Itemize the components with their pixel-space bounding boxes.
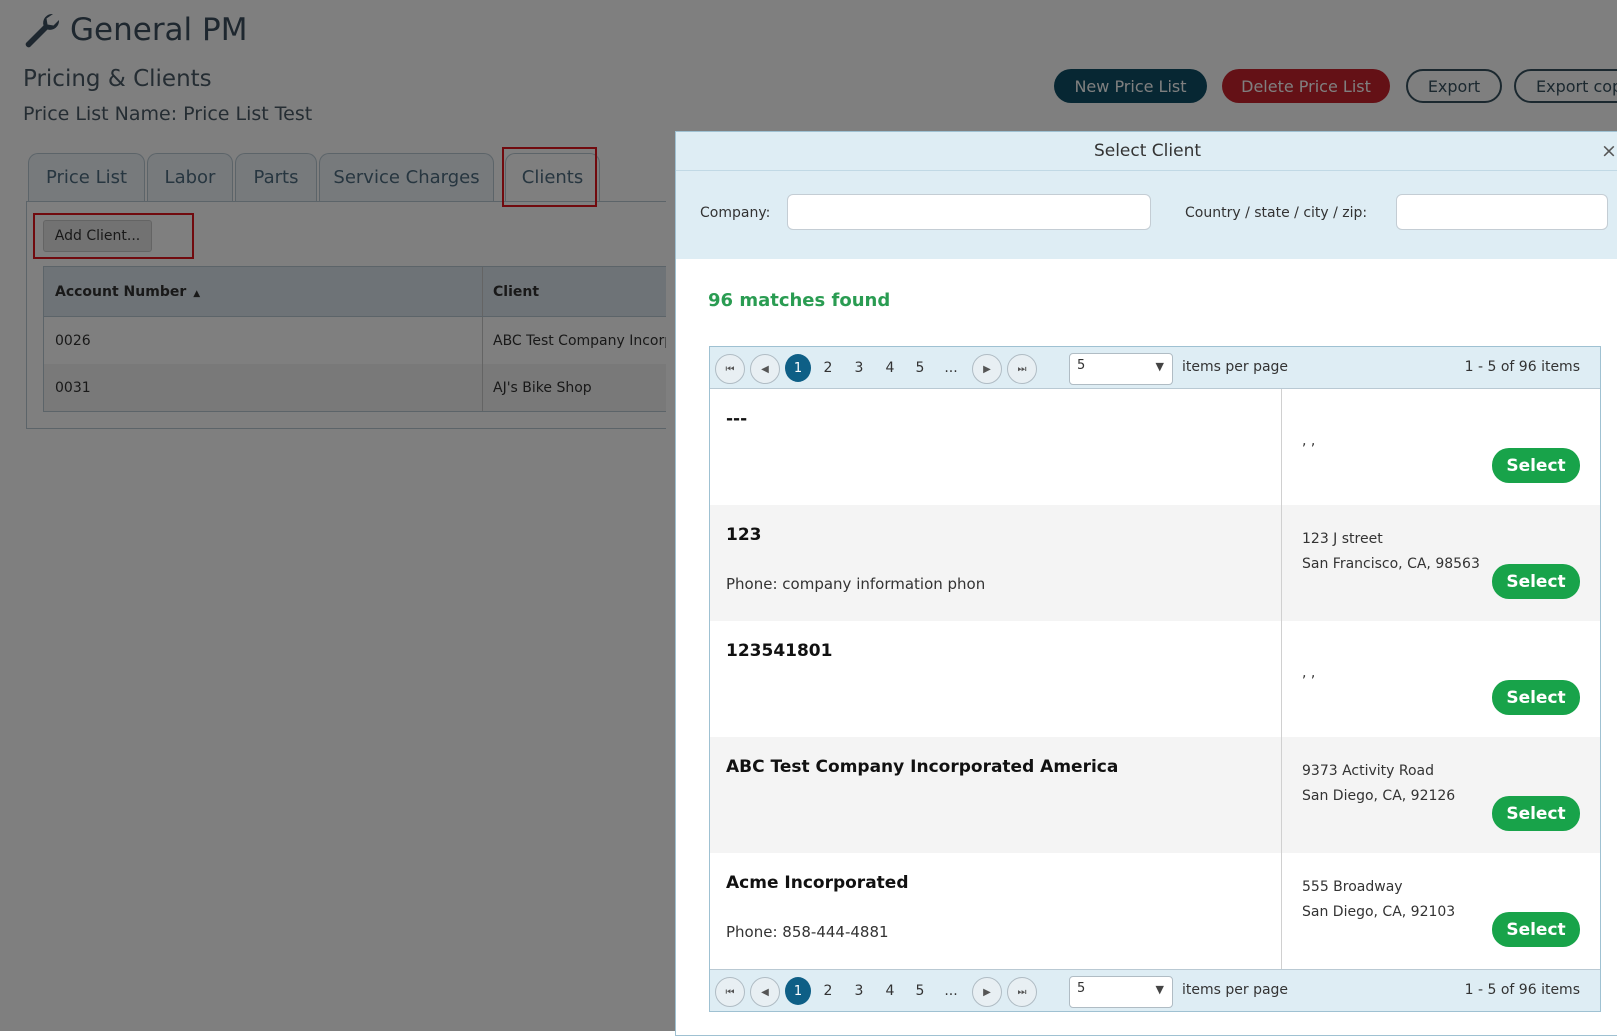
client-info-cell: Acme Incorporated Phone: 858-444-4881 [710, 853, 1282, 969]
chevron-down-icon: ▼ [1155, 360, 1164, 373]
client-name: 123 [726, 525, 762, 545]
select-button[interactable]: Select [1492, 912, 1580, 947]
page-size-value: 5 [1077, 358, 1086, 373]
items-per-page-label: items per page [1182, 982, 1289, 998]
address-line2: San Diego, CA, 92103 [1302, 904, 1456, 920]
dialog-titlebar: Select Client × [676, 132, 1617, 171]
client-address-cell: 123 J street San Francisco, CA, 98563 Se… [1282, 505, 1600, 621]
page-size-select[interactable]: 5 ▼ [1069, 353, 1173, 385]
prev-page-icon[interactable]: ◀ [750, 977, 780, 1007]
list-item: 123541801 , , Select [710, 621, 1600, 737]
list-item: --- , , Select [710, 389, 1600, 505]
page-1-button[interactable]: 1 [785, 354, 811, 382]
close-icon[interactable]: × [1601, 140, 1617, 162]
pager-info: 1 - 5 of 96 items [1464, 359, 1580, 375]
pager-top: ⏮ ◀ 1 2 3 4 5 ... ▶ ⏭ 5 ▼ items per page… [710, 347, 1600, 389]
pager-bottom: ⏮ ◀ 1 2 3 4 5 ... ▶ ⏭ 5 ▼ items per page… [710, 969, 1600, 1011]
page-size-value: 5 [1077, 981, 1086, 996]
page-2-button[interactable]: 2 [815, 354, 841, 382]
items-per-page-label: items per page [1182, 359, 1289, 375]
select-button[interactable]: Select [1492, 448, 1580, 483]
last-page-icon[interactable]: ⏭ [1007, 354, 1037, 384]
client-address-cell: 555 Broadway San Diego, CA, 92103 Select [1282, 853, 1600, 969]
client-info-cell: ABC Test Company Incorporated America [710, 737, 1282, 853]
select-client-dialog: Select Client × Company: Country / state… [675, 131, 1617, 1036]
select-button[interactable]: Select [1492, 564, 1580, 599]
client-info-cell: 123541801 [710, 621, 1282, 737]
dialog-title: Select Client [1093, 141, 1202, 161]
address-line1: 123 J street [1302, 531, 1383, 547]
company-search-input[interactable] [787, 194, 1151, 230]
client-info-cell: --- [710, 389, 1282, 505]
pager-info: 1 - 5 of 96 items [1464, 982, 1580, 998]
address-line2: , , [1302, 433, 1316, 449]
address-line2: , , [1302, 665, 1316, 681]
client-name: 123541801 [726, 641, 833, 661]
location-input[interactable] [1396, 194, 1608, 230]
page-size-select[interactable]: 5 ▼ [1069, 976, 1173, 1008]
chevron-down-icon: ▼ [1155, 983, 1164, 996]
page-2-button[interactable]: 2 [815, 977, 841, 1005]
location-label: Country / state / city / zip: [1185, 205, 1368, 221]
match-count: 96 matches found [708, 290, 891, 311]
last-page-icon[interactable]: ⏭ [1007, 977, 1037, 1007]
address-line1: 555 Broadway [1302, 879, 1403, 895]
select-button[interactable]: Select [1492, 796, 1580, 831]
address-line2: San Francisco, CA, 98563 [1302, 556, 1480, 572]
page-4-button[interactable]: 4 [877, 354, 903, 382]
select-button[interactable]: Select [1492, 680, 1580, 715]
client-info-cell: 123 Phone: company information phon [710, 505, 1282, 621]
next-page-icon[interactable]: ▶ [972, 977, 1002, 1007]
client-name: Acme Incorporated [726, 873, 909, 893]
prev-page-icon[interactable]: ◀ [750, 354, 780, 384]
page-1-button[interactable]: 1 [785, 977, 811, 1005]
client-phone: Phone: company information phon [726, 575, 986, 593]
client-address-cell: , , Select [1282, 621, 1600, 737]
client-address-cell: , , Select [1282, 389, 1600, 505]
list-item: 123 Phone: company information phon 123 … [710, 505, 1600, 621]
next-page-icon[interactable]: ▶ [972, 354, 1002, 384]
client-address-cell: 9373 Activity Road San Diego, CA, 92126 … [1282, 737, 1600, 853]
results-list: ⏮ ◀ 1 2 3 4 5 ... ▶ ⏭ 5 ▼ items per page… [709, 346, 1601, 1012]
page-4-button[interactable]: 4 [877, 977, 903, 1005]
client-name: --- [726, 409, 748, 429]
list-item: ABC Test Company Incorporated America 93… [710, 737, 1600, 853]
search-filters: Company: Country / state / city / zip: [676, 171, 1617, 259]
address-line2: San Diego, CA, 92126 [1302, 788, 1456, 804]
page-3-button[interactable]: 3 [846, 354, 872, 382]
address-line1: 9373 Activity Road [1302, 763, 1435, 779]
more-pages-button[interactable]: ... [938, 977, 964, 1005]
client-name: ABC Test Company Incorporated America [726, 757, 1119, 777]
company-label: Company: [700, 205, 771, 221]
page-5-button[interactable]: 5 [907, 977, 933, 1005]
page-5-button[interactable]: 5 [907, 354, 933, 382]
more-pages-button[interactable]: ... [938, 354, 964, 382]
list-item: Acme Incorporated Phone: 858-444-4881 55… [710, 853, 1600, 969]
first-page-icon[interactable]: ⏮ [715, 354, 745, 384]
first-page-icon[interactable]: ⏮ [715, 977, 745, 1007]
client-phone: Phone: 858-444-4881 [726, 923, 889, 941]
page-3-button[interactable]: 3 [846, 977, 872, 1005]
